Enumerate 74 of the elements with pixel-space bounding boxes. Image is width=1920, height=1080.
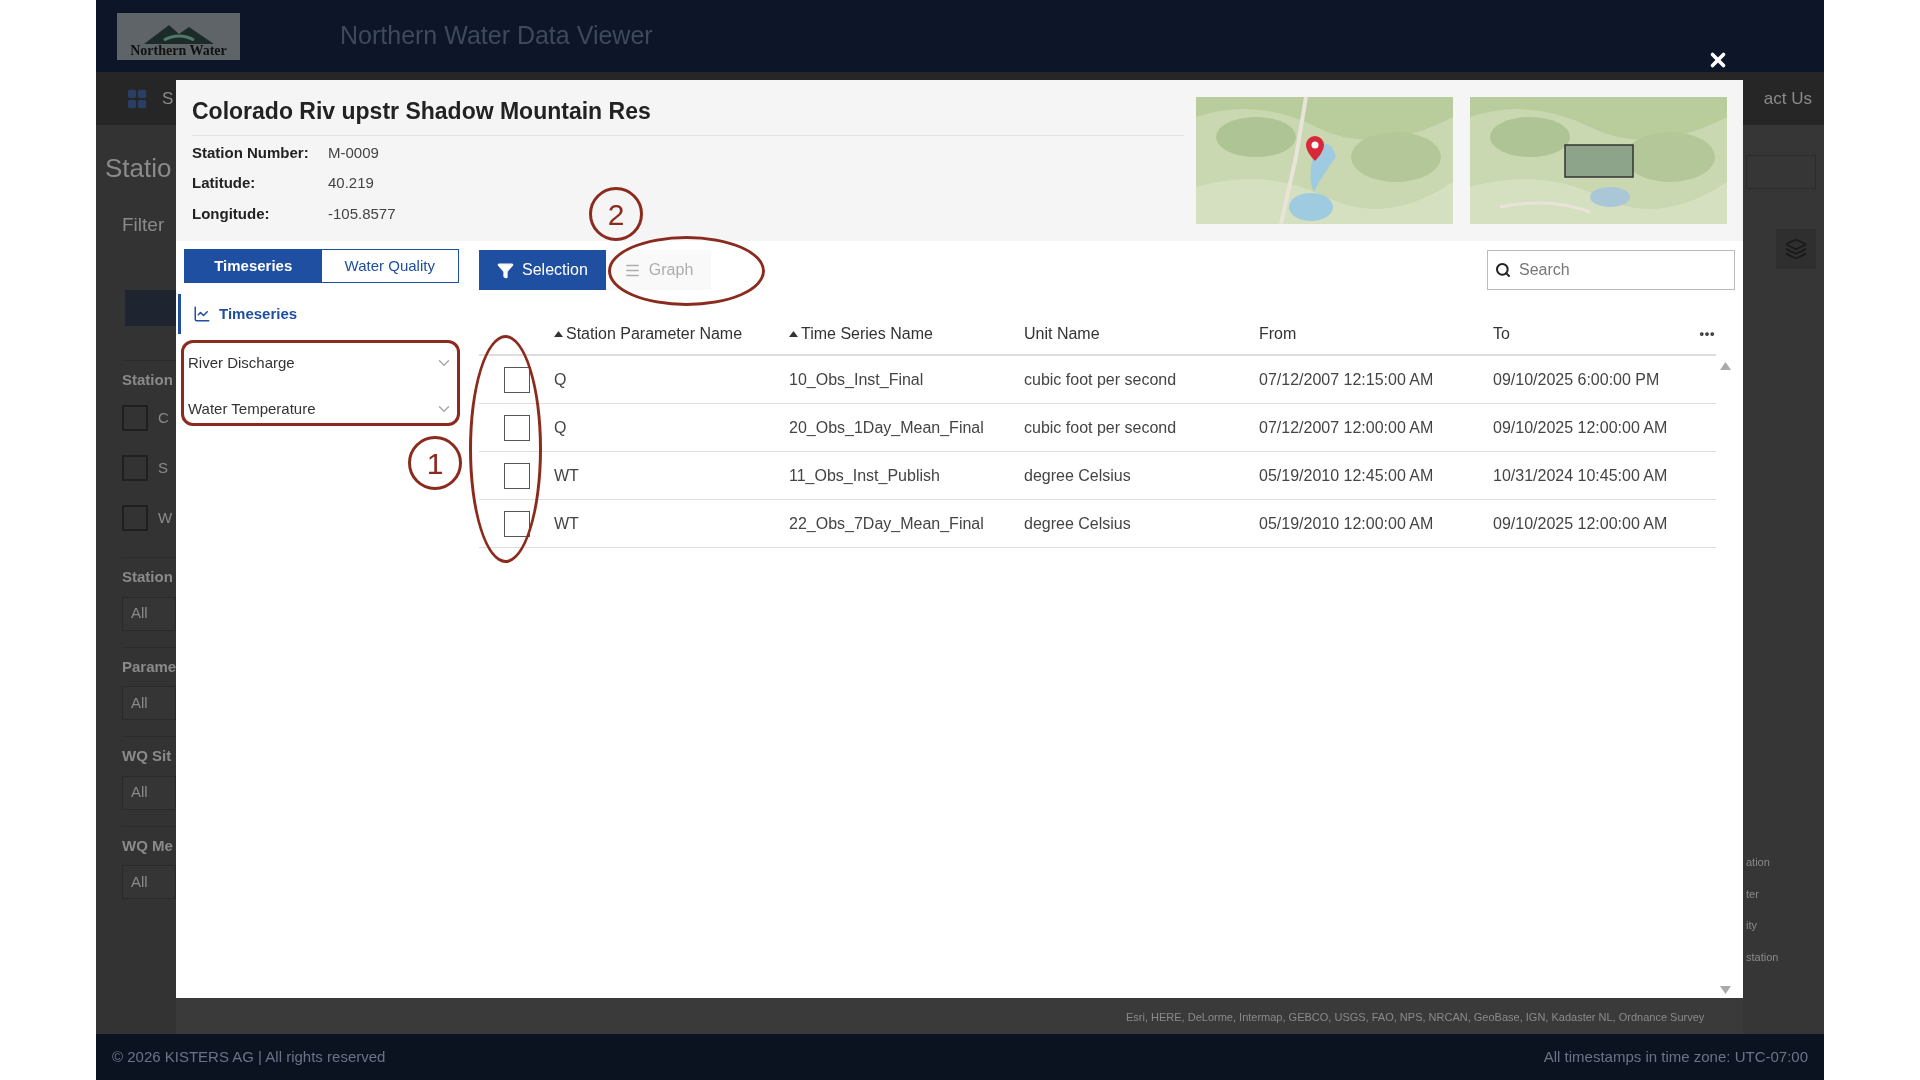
logo-text: Northern Water xyxy=(130,43,227,58)
filter-label: Filter xyxy=(122,213,166,237)
checkbox-label: S xyxy=(158,457,168,478)
column-header[interactable]: From xyxy=(1259,322,1297,346)
parameter-dropdown[interactable]: Water Temperature xyxy=(184,386,459,432)
select-field[interactable]: All xyxy=(122,686,176,720)
dialog-title: Colorado Riv upstr Shadow Mountain Res xyxy=(192,94,1184,136)
tab[interactable]: Timeseries xyxy=(185,250,322,282)
info-label: Station Number: xyxy=(192,142,310,163)
copyright-text: © 2026 KISTERS AG | All rights reserved xyxy=(112,1046,386,1067)
table-cell-text: Q xyxy=(554,417,568,438)
row-checkbox[interactable] xyxy=(503,414,530,441)
parameter-dropdown[interactable]: River Discharge xyxy=(184,340,459,386)
selection-button[interactable]: Selection xyxy=(479,250,606,290)
grid-icon[interactable] xyxy=(126,87,148,110)
info-label: Latitude: xyxy=(192,173,257,193)
select-field[interactable]: All xyxy=(122,596,176,631)
table-cell-text: 10/31/2024 10:45:00 AM xyxy=(1493,465,1669,486)
table-cell-text: 20_Obs_1Day_Mean_Final xyxy=(789,417,985,438)
row-checkbox[interactable] xyxy=(503,510,530,537)
table-cell-text: WT xyxy=(554,513,580,534)
callout-number: 2 xyxy=(589,187,643,241)
info-value: M-0009 xyxy=(328,142,379,163)
side-item[interactable]: Timeseries xyxy=(178,294,459,334)
row-checkbox[interactable] xyxy=(503,366,530,393)
scroll-up-icon[interactable] xyxy=(1720,362,1731,370)
table-cell-text: degree Celsius xyxy=(1024,513,1132,534)
checkbox-label: C xyxy=(158,407,169,428)
row-checkbox[interactable] xyxy=(503,462,530,489)
scroll-down-icon[interactable] xyxy=(1720,986,1731,994)
filter-label: WQ Me xyxy=(122,835,174,856)
table-cell-text: 22_Obs_7Day_Mean_Final xyxy=(789,513,985,534)
callout-number: 1 xyxy=(408,436,462,490)
nav-link[interactable]: S xyxy=(162,85,174,112)
table-cell-text: cubic foot per second xyxy=(1024,369,1178,390)
table-cell-text: 10_Obs_Inst_Final xyxy=(789,369,925,390)
filter-label: Station xyxy=(122,567,174,587)
panel-heading: Statio xyxy=(105,155,173,181)
sort-icon xyxy=(554,331,563,337)
search-field[interactable]: Search xyxy=(1487,250,1735,290)
table-cell-text: 09/10/2025 6:00:00 PM xyxy=(1493,369,1661,390)
table-cell-text: 05/19/2010 12:00:00 AM xyxy=(1259,513,1435,534)
map-attribution: Esri, HERE, DeLorme, Intermap, GEBCO, USGS, FAO, NPS, NRCAN, GeoBase, IGN, Kadaster NL, Ordnance Survey xyxy=(1126,1011,1705,1023)
column-header[interactable]: Time Series Name xyxy=(789,322,933,346)
info-label: Longitude: xyxy=(192,203,271,224)
layers-button[interactable] xyxy=(1776,229,1816,269)
column-header[interactable]: To xyxy=(1493,322,1510,346)
column-header[interactable]: Station Parameter Name xyxy=(554,322,743,346)
column-header[interactable]: Unit Name xyxy=(1024,322,1100,346)
select-field[interactable]: All xyxy=(122,865,176,899)
filter-label: Station xyxy=(122,369,174,390)
filter-label: Parame xyxy=(122,656,176,677)
filter-icon xyxy=(497,261,514,279)
table-cell-text: 09/10/2025 12:00:00 AM xyxy=(1493,513,1669,534)
table-cell-text: 07/12/2007 12:15:00 AM xyxy=(1259,369,1435,390)
info-value: -105.8577 xyxy=(328,203,396,224)
nav-link[interactable]: act Us xyxy=(1763,85,1812,112)
table-cell-text: degree Celsius xyxy=(1024,465,1132,486)
chart-icon xyxy=(193,305,211,323)
info-value: 40.219 xyxy=(328,173,374,193)
search-icon xyxy=(1495,262,1511,278)
table-cell-text: 05/19/2010 12:45:00 AM xyxy=(1259,465,1435,486)
filter-label: WQ Sit xyxy=(122,746,173,766)
table-cell-text: WT xyxy=(554,465,580,486)
timezone-text: All timestamps in time zone: UTC-07:00 xyxy=(1543,1046,1808,1067)
select-field[interactable]: All xyxy=(122,775,176,810)
table-cell-text: 11_Obs_Inst_Publish xyxy=(789,465,941,486)
table-cell-text: 09/10/2025 12:00:00 AM xyxy=(1493,417,1669,438)
checkbox-label: W xyxy=(158,507,173,528)
table-cell-text: cubic foot per second xyxy=(1024,417,1178,438)
sort-icon xyxy=(789,331,798,337)
table-cell-text: 07/12/2007 12:00:00 AM xyxy=(1259,417,1435,438)
filter-button[interactable] xyxy=(125,289,176,326)
table-cell-text: Q xyxy=(554,369,568,390)
